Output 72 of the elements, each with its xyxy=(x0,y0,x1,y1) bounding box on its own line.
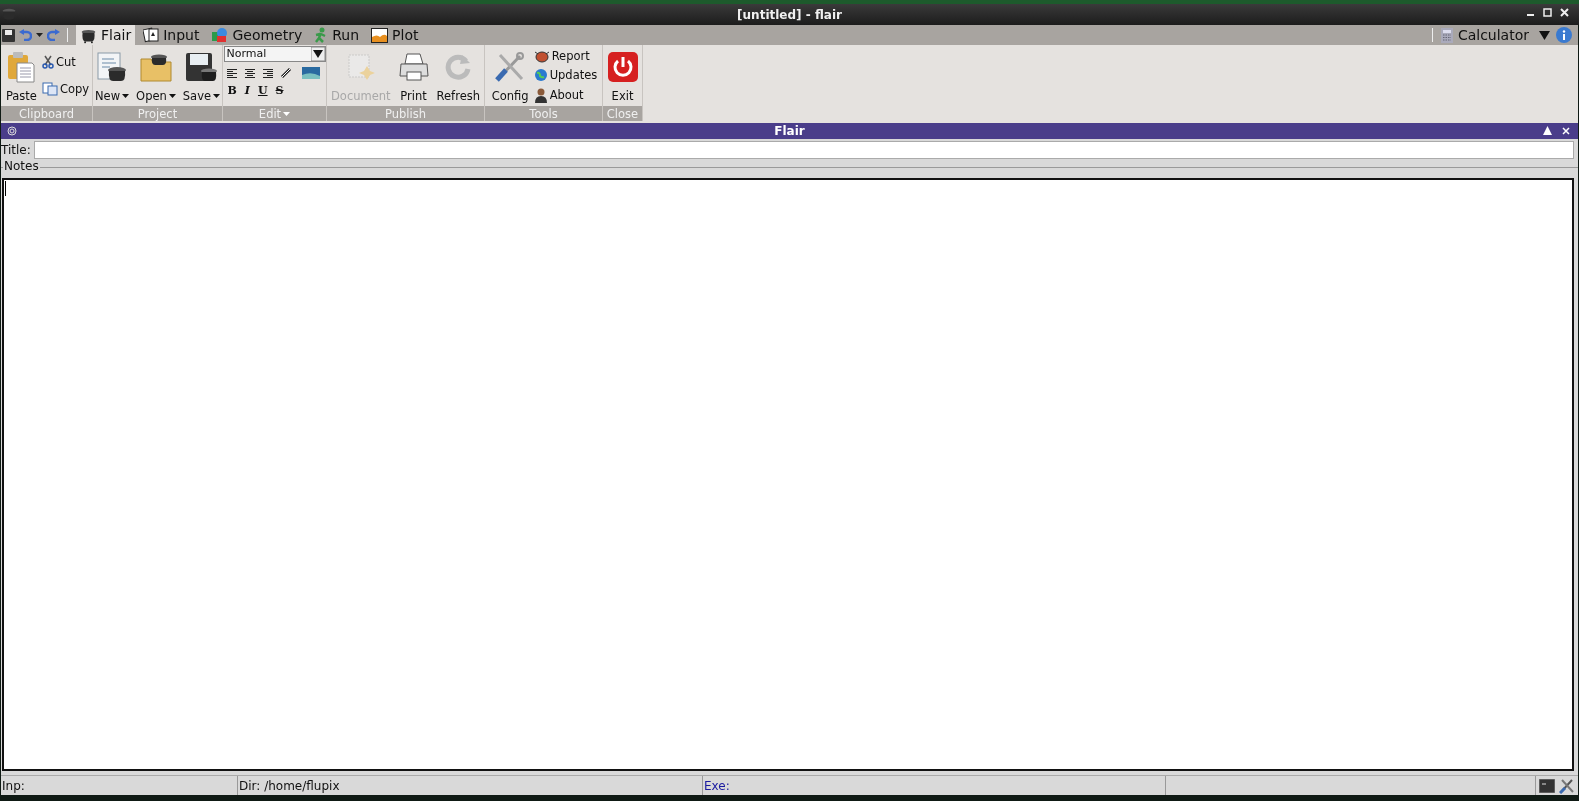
chart-icon xyxy=(371,27,389,43)
ribbon-button[interactable]: Config xyxy=(489,45,531,106)
person-icon xyxy=(533,86,548,103)
tab[interactable]: Run xyxy=(310,25,364,45)
power-icon xyxy=(606,51,639,83)
copy-icon xyxy=(41,81,58,96)
shapes-icon xyxy=(211,27,229,43)
printer-icon xyxy=(397,52,430,82)
style-select[interactable]: Normal xyxy=(223,46,326,62)
ribbon-button[interactable]: Refresh xyxy=(434,45,482,106)
calculator-icon xyxy=(1440,27,1453,43)
tab[interactable]: Input xyxy=(139,25,204,45)
align-left-icon[interactable] xyxy=(225,67,238,79)
ribbon-button[interactable]: Print xyxy=(395,45,432,106)
document-star-icon xyxy=(345,52,376,82)
refresh-icon xyxy=(444,53,473,81)
playing-cards-icon xyxy=(143,27,160,43)
notes-label: Notes xyxy=(3,159,40,173)
caret-icon xyxy=(283,111,291,116)
link-icon[interactable] xyxy=(279,67,292,79)
group-label: Project xyxy=(93,106,222,121)
ribbon-button[interactable]: Open xyxy=(134,45,178,106)
ribbon-button[interactable]: About xyxy=(533,86,598,103)
caret-icon xyxy=(213,94,221,98)
group-label: Tools xyxy=(485,106,602,121)
globe-icon xyxy=(533,67,548,82)
scissors-icon xyxy=(41,55,54,70)
tab[interactable]: Flair xyxy=(76,25,136,45)
document-pot-icon xyxy=(96,51,129,83)
dropdown-arrow-icon xyxy=(1539,30,1550,40)
ribbon-button[interactable]: New xyxy=(93,45,132,106)
info-icon[interactable] xyxy=(1556,27,1572,43)
save-icon[interactable] xyxy=(2,28,15,42)
calculator-dropdown[interactable]: Calculator xyxy=(1440,24,1550,46)
panel-title: Flair xyxy=(774,124,805,138)
ribbon-button[interactable]: Cut xyxy=(41,55,90,70)
window-title: [untitled] - flair xyxy=(737,6,842,24)
ribbon-button[interactable]: Exit xyxy=(604,45,641,106)
format-button[interactable]: I xyxy=(244,84,250,97)
app-icon xyxy=(1,6,17,22)
group-label: Publish xyxy=(327,106,484,121)
format-button[interactable]: B xyxy=(227,84,237,97)
tab[interactable]: Plot xyxy=(367,25,423,45)
close-icon[interactable] xyxy=(1560,8,1569,17)
ribbon-button[interactable]: Copy xyxy=(41,81,90,96)
image-icon[interactable] xyxy=(301,67,320,79)
tools-icon[interactable] xyxy=(1559,777,1575,794)
align-center-icon[interactable] xyxy=(243,67,256,79)
title-input-field[interactable] xyxy=(33,140,1574,159)
clipboard-icon xyxy=(6,51,37,83)
dropdown-arrow-icon xyxy=(310,47,325,61)
caret-icon xyxy=(122,94,130,98)
terminal-icon[interactable] xyxy=(1539,778,1555,793)
target-icon[interactable] xyxy=(7,126,17,136)
caret-icon xyxy=(168,94,176,98)
ribbon-button[interactable]: Report xyxy=(533,48,598,63)
bug-icon xyxy=(533,48,550,63)
group-label: Clipboard xyxy=(1,106,92,121)
maximize-icon[interactable] xyxy=(1543,8,1552,17)
floppy-pot-icon xyxy=(184,51,219,83)
tab[interactable]: Geometry xyxy=(207,25,307,45)
caret-icon[interactable] xyxy=(36,33,43,37)
ribbon-button[interactable]: Updates xyxy=(533,67,598,82)
collapse-arrow-icon[interactable] xyxy=(1543,126,1552,135)
tools-icon xyxy=(494,51,527,83)
format-button[interactable]: S xyxy=(275,84,284,97)
group-label: Close xyxy=(603,106,642,121)
title-label: Title: xyxy=(1,141,31,159)
align-right-icon[interactable] xyxy=(261,67,274,79)
ribbon-button[interactable]: Paste xyxy=(3,45,39,106)
ribbon-button[interactable]: Save xyxy=(180,45,223,106)
format-button[interactable]: U xyxy=(257,84,268,97)
